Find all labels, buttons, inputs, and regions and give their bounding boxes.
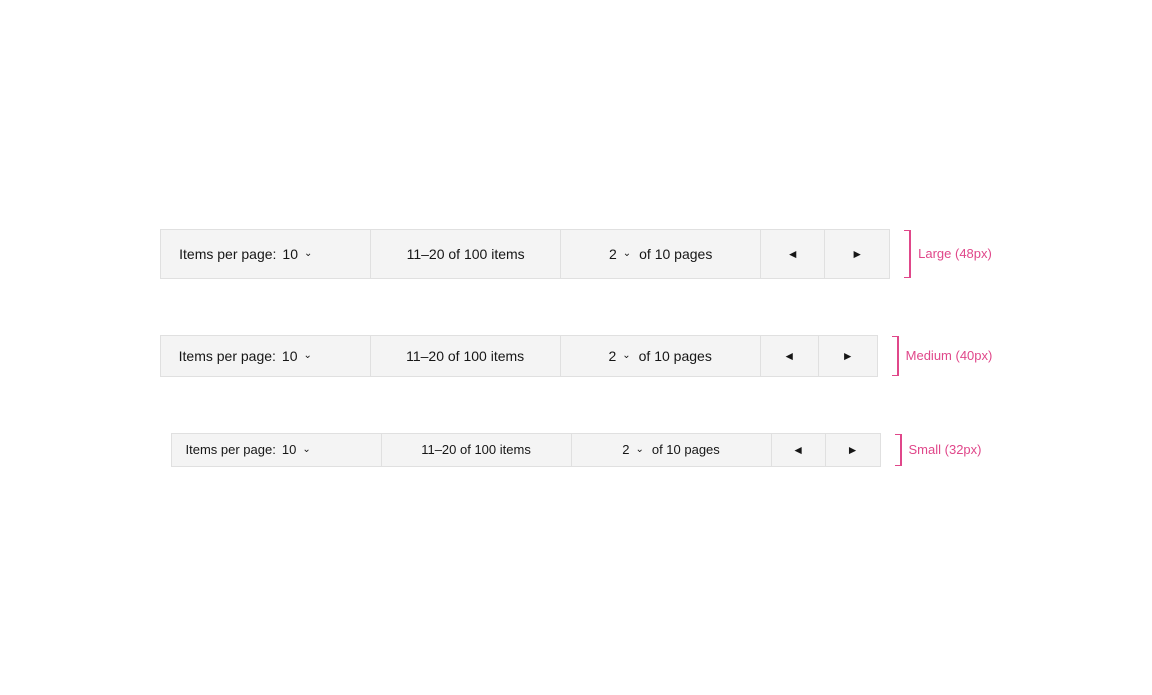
prev-arrow-large: ◄ bbox=[787, 247, 799, 261]
prev-arrow-medium: ◄ bbox=[783, 349, 795, 363]
range-text-medium: 11–20 of 100 items bbox=[406, 348, 524, 364]
prev-arrow-small: ◄ bbox=[792, 443, 804, 457]
small-section: Items per page: 10 ⌄ 11–20 of 100 items … bbox=[171, 433, 982, 467]
items-per-page-label-medium: Items per page: bbox=[179, 348, 276, 364]
range-large: 11–20 of 100 items bbox=[371, 230, 561, 278]
large-section: Items per page: 10 ⌄ 11–20 of 100 items … bbox=[160, 229, 992, 279]
range-text-large: 11–20 of 100 items bbox=[407, 246, 525, 262]
next-button-medium[interactable]: ► bbox=[819, 336, 877, 376]
range-medium: 11–20 of 100 items bbox=[371, 336, 561, 376]
total-pages-medium: of 10 pages bbox=[639, 348, 712, 364]
next-arrow-large: ► bbox=[851, 247, 863, 261]
prev-button-medium[interactable]: ◄ bbox=[761, 336, 819, 376]
current-page-large: 2 bbox=[609, 246, 617, 262]
prev-button-large[interactable]: ◄ bbox=[761, 230, 825, 278]
items-per-page-chevron-small[interactable]: ⌄ bbox=[302, 444, 310, 455]
page-select-small[interactable]: 2 ⌄ of 10 pages bbox=[572, 434, 772, 466]
items-per-page-small[interactable]: Items per page: 10 ⌄ bbox=[172, 434, 382, 466]
items-per-page-chevron-large[interactable]: ⌄ bbox=[304, 248, 312, 259]
next-button-small[interactable]: ► bbox=[826, 434, 880, 466]
page-select-large[interactable]: 2 ⌄ of 10 pages bbox=[561, 230, 761, 278]
range-text-small: 11–20 of 100 items bbox=[421, 442, 531, 457]
next-arrow-small: ► bbox=[847, 443, 859, 457]
items-per-page-value-large: 10 bbox=[282, 246, 298, 262]
total-pages-large: of 10 pages bbox=[639, 246, 712, 262]
items-per-page-chevron-medium[interactable]: ⌄ bbox=[304, 350, 312, 361]
pagination-bar-large: Items per page: 10 ⌄ 11–20 of 100 items … bbox=[160, 229, 890, 279]
range-small: 11–20 of 100 items bbox=[382, 434, 572, 466]
size-text-medium: Medium (40px) bbox=[906, 348, 993, 363]
items-per-page-medium[interactable]: Items per page: 10 ⌄ bbox=[161, 336, 371, 376]
size-text-large: Large (48px) bbox=[918, 246, 992, 261]
items-per-page-value-small: 10 bbox=[282, 442, 296, 457]
current-page-small: 2 bbox=[622, 442, 629, 457]
next-button-large[interactable]: ► bbox=[825, 230, 889, 278]
size-label-medium: Medium (40px) bbox=[890, 336, 993, 376]
pagination-bar-small: Items per page: 10 ⌄ 11–20 of 100 items … bbox=[171, 433, 881, 467]
size-text-small: Small (32px) bbox=[909, 442, 982, 457]
size-label-large: Large (48px) bbox=[902, 230, 992, 278]
prev-button-small[interactable]: ◄ bbox=[772, 434, 826, 466]
bracket-medium bbox=[890, 336, 900, 376]
page-chevron-large[interactable]: ⌄ bbox=[623, 248, 631, 259]
items-per-page-large[interactable]: Items per page: 10 ⌄ bbox=[161, 230, 371, 278]
page-chevron-small[interactable]: ⌄ bbox=[635, 444, 643, 455]
items-per-page-label: Items per page: bbox=[179, 246, 276, 262]
next-arrow-medium: ► bbox=[842, 349, 854, 363]
size-label-small: Small (32px) bbox=[893, 434, 982, 466]
bracket-small bbox=[893, 434, 903, 466]
bracket-large bbox=[902, 230, 912, 278]
page-select-medium[interactable]: 2 ⌄ of 10 pages bbox=[561, 336, 761, 376]
total-pages-small: of 10 pages bbox=[652, 442, 720, 457]
page-chevron-medium[interactable]: ⌄ bbox=[622, 350, 630, 361]
items-per-page-value-medium: 10 bbox=[282, 348, 298, 364]
pagination-bar-medium: Items per page: 10 ⌄ 11–20 of 100 items … bbox=[160, 335, 878, 377]
medium-section: Items per page: 10 ⌄ 11–20 of 100 items … bbox=[160, 335, 993, 377]
items-per-page-label-small: Items per page: bbox=[186, 442, 276, 457]
current-page-medium: 2 bbox=[608, 348, 616, 364]
